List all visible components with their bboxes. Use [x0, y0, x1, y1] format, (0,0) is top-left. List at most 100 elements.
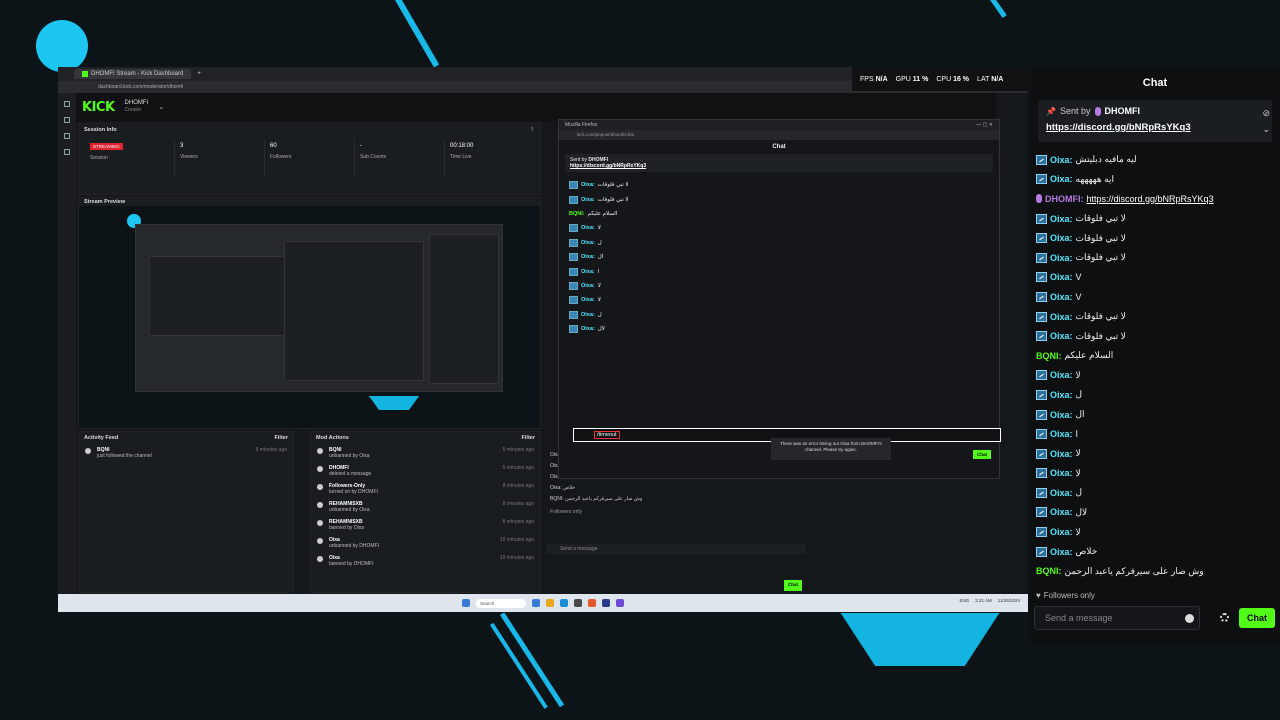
chat-username[interactable]: Oixa: — [1050, 331, 1073, 341]
popout-chat-button[interactable]: Chat — [973, 450, 991, 459]
pinned-link[interactable]: https://discord.gg/bNRpRsYKq3 — [1046, 122, 1264, 133]
popout-url[interactable]: kick.com/popout/dhomfi/chat — [559, 130, 999, 140]
chat-username[interactable]: Oixa: — [1050, 155, 1073, 165]
popout-chat-username[interactable]: Oixa: — [581, 240, 595, 246]
popout-chat-message: Oixa: ل — [559, 236, 999, 250]
chat-username[interactable]: Oixa: — [1050, 468, 1073, 478]
moderator-badge-icon — [1036, 252, 1047, 263]
popout-chat-username[interactable]: Oixa: — [581, 182, 595, 188]
community-icon[interactable] — [64, 133, 70, 139]
chat-username[interactable]: Oixa: — [1050, 214, 1073, 224]
chat-username[interactable]: Oixa: — [1050, 253, 1073, 263]
stream-preview-video[interactable] — [79, 206, 540, 428]
chat-username[interactable]: Oixa: — [1050, 272, 1073, 282]
popout-chat-username[interactable]: Oixa: — [581, 269, 595, 275]
popout-chat-username[interactable]: Oixa: — [581, 312, 595, 318]
chat-username[interactable]: Oixa: — [1050, 312, 1073, 322]
app-icon[interactable] — [588, 599, 596, 607]
chat-username[interactable]: Oixa: — [1050, 233, 1073, 243]
unpin-icon[interactable]: ⊘ — [1262, 108, 1270, 119]
heart-icon — [317, 484, 323, 490]
clock-date[interactable]: 11/26/2024 — [998, 598, 1020, 603]
chevron-down-icon[interactable]: ⌄ — [158, 103, 164, 111]
chat-message-text: ايه هههههه — [1075, 173, 1115, 184]
settings-icon[interactable] — [64, 149, 70, 155]
chat-username[interactable]: Oixa: — [1050, 390, 1073, 400]
popout-chat-text: لا تبي فلوقات — [597, 196, 629, 203]
popout-pinned-link[interactable]: https://discord.gg/bNRpRsYKq3 — [570, 163, 988, 169]
home-icon[interactable] — [64, 101, 70, 107]
popout-chat-text: لا تبي فلوقات — [597, 182, 629, 189]
chat-username[interactable]: Oixa: — [1050, 429, 1073, 439]
chat-username[interactable]: DHOMFI: — [1045, 194, 1084, 204]
popout-chat-username[interactable]: Oixa: — [581, 254, 595, 260]
chat-username[interactable]: Oixa: — [1050, 507, 1073, 517]
chat-username[interactable]: BQNI: — [1036, 351, 1062, 361]
app-icon[interactable] — [532, 599, 540, 607]
chat-username[interactable]: Oixa: — [1050, 488, 1073, 498]
chat-username[interactable]: Oixa: — [1050, 370, 1073, 380]
chat-panel: Chat 📌 Sent by DHOMFI https://discord.gg… — [1030, 66, 1280, 646]
popout-chat-username[interactable]: Oixa: — [581, 326, 595, 332]
activity-filter-button[interactable]: Filter — [275, 435, 288, 441]
chat-message-text: لا — [1075, 369, 1081, 380]
chat-message-text: ل — [1075, 487, 1083, 498]
app-icon[interactable] — [560, 599, 568, 607]
language-indicator[interactable]: ENG — [960, 598, 970, 603]
chat-username[interactable]: Oixa: — [1050, 527, 1073, 537]
stream-preview-title: Stream Preview — [84, 199, 125, 205]
moderator-badge-icon — [1036, 448, 1047, 459]
app-icon[interactable] — [602, 599, 610, 607]
chat-username[interactable]: Oixa: — [1050, 174, 1073, 184]
background-stripe — [500, 612, 565, 708]
popout-chat-username[interactable]: Oixa: — [581, 283, 595, 289]
chat-username[interactable]: Oixa: — [1050, 292, 1073, 302]
moderator-badge-icon — [1036, 487, 1047, 498]
chat-message-input[interactable]: Send a message — [1034, 606, 1200, 630]
new-tab-icon[interactable]: + — [197, 71, 201, 77]
clock-time[interactable]: 2:21 AM — [975, 598, 992, 603]
app-icon[interactable] — [616, 599, 624, 607]
popout-titlebar: Mozilla Firefox — ▢ ✕ — [559, 120, 999, 130]
moderator-badge-icon — [1036, 233, 1047, 244]
stream-icon[interactable] — [64, 117, 70, 123]
pinned-sender[interactable]: DHOMFI — [1105, 106, 1141, 116]
chat-username[interactable]: BQNI: — [1036, 566, 1062, 576]
heart-icon — [85, 448, 91, 454]
chat-username[interactable]: Oixa: — [1050, 547, 1073, 557]
popout-chat-username[interactable]: Oixa: — [581, 297, 595, 303]
chat-username[interactable]: Oixa: — [1050, 449, 1073, 459]
dashboard-chat-input[interactable]: Send a message — [546, 544, 806, 554]
moderator-badge-icon — [569, 181, 578, 190]
chat-username[interactable]: Oixa: — [1050, 410, 1073, 420]
chat-message-text: لا — [1075, 448, 1081, 459]
app-icon[interactable] — [574, 599, 582, 607]
popout-chat-username[interactable]: BQNI: — [569, 211, 585, 217]
background-stripe — [990, 0, 1007, 19]
dashboard-chat-button[interactable]: Chat — [784, 580, 802, 591]
emoji-icon[interactable] — [1185, 614, 1194, 623]
chevron-down-icon[interactable]: ⌄ — [1262, 124, 1270, 135]
chat-message: Oixa: لا تبي فلوقات — [1036, 228, 1274, 248]
chat-message-link[interactable]: https://discord.gg/bNRpRsYKq3 — [1087, 194, 1214, 204]
send-chat-button[interactable]: Chat — [1239, 608, 1275, 628]
followers-only-label: Followers only — [1043, 591, 1095, 600]
kick-logo[interactable]: KICK — [82, 100, 115, 115]
window-controls-icon[interactable]: — ▢ ✕ — [976, 122, 993, 128]
chat-message-text: لا — [1075, 526, 1081, 537]
more-icon[interactable]: ⋮ — [530, 127, 536, 133]
start-icon[interactable] — [462, 599, 470, 607]
stat-followers: 60 Followers — [264, 140, 354, 178]
taskbar-search[interactable]: Search — [476, 598, 526, 608]
browser-tab[interactable]: DHOMFI Stream - Kick Dashboard — [74, 69, 192, 79]
url-text: dashboard.kick.com/moderator/dhomfi — [98, 84, 184, 90]
popout-chat-text: لا — [597, 297, 601, 304]
popout-chat-username[interactable]: Oixa: — [581, 225, 595, 231]
popout-chat-username[interactable]: Oixa: — [581, 197, 595, 203]
gear-icon[interactable] — [1220, 613, 1229, 622]
channel-switcher[interactable]: DHOMFI Creator — [125, 100, 149, 114]
popout-message-list: Oixa: لا تبي فلوقات Oixa: لا تبي فلوقات BQNI… — [559, 178, 999, 336]
app-icon[interactable] — [546, 599, 554, 607]
mod-filter-button[interactable]: Filter — [522, 435, 535, 441]
chat-message: Oixa: لا تبي فلوقات — [1036, 248, 1274, 268]
